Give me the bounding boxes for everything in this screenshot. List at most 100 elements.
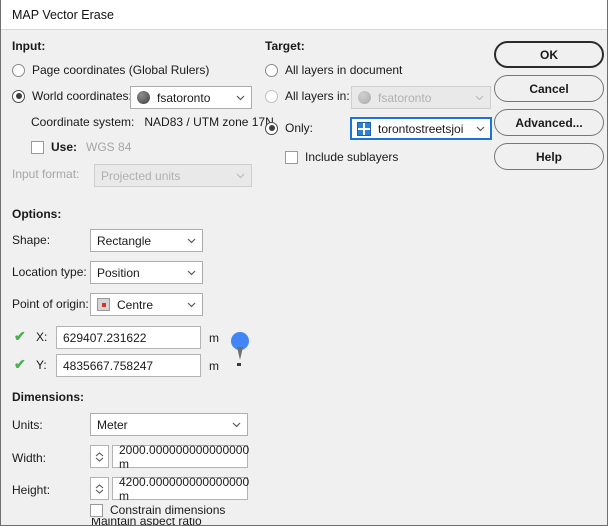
y-unit: m [209,359,219,373]
x-unit-row: m [209,331,219,345]
coordinate-system-label: Coordinate system: [31,115,135,129]
chevron-down-icon [95,457,104,462]
units-label-row: Units: [12,418,43,432]
window-title: MAP Vector Erase [12,7,114,22]
point-of-origin-value: Centre [117,297,154,312]
checkbox-include-sublayers-indicator [285,150,298,164]
clipped-bottom-label: Maintain aspect ratio [91,518,202,526]
height-stepper[interactable] [90,477,109,500]
input-format-value: Projected units [101,168,181,183]
cancel-button[interactable]: Cancel [494,75,604,102]
checkbox-include-sublayers[interactable]: Include sublayers [285,150,398,164]
width-label-row: Width: [12,451,46,465]
radio-world-coordinates-label: World coordinates: [32,89,132,103]
only-layer-combo[interactable]: torontostreetsjoi [350,117,492,140]
point-of-origin-combo[interactable]: Centre [90,293,203,316]
checkmark-icon: ✔ [14,328,26,344]
checkbox-use-datum-indicator [31,140,44,154]
advanced-button[interactable]: Advanced... [494,109,604,136]
options-section-heading: Options: [12,207,62,221]
y-coordinate-input[interactable]: 4835667.758247 [56,354,201,377]
radio-all-layers-in-document-indicator [265,63,278,77]
shape-combo[interactable]: Rectangle [90,229,203,252]
checkmark-icon: ✔ [14,356,26,372]
world-coordinate-system-value: fsatoronto [157,90,211,105]
input-format-combo: Projected units [94,164,252,187]
y-label-row: Y: [36,358,47,372]
coordinate-system-row: Coordinate system: NAD83 / UTM zone 17N [31,115,274,129]
help-button[interactable]: Help [494,143,604,170]
height-label: Height: [12,483,51,497]
map-pin-icon[interactable] [229,332,251,366]
checkbox-constrain-dimensions-indicator [90,503,103,517]
location-type-value: Position [97,265,140,280]
height-spinner-group[interactable]: 4200.000000000000000 m [90,475,249,503]
y-valid-indicator: ✔ [14,357,26,371]
chevron-down-icon [184,238,198,244]
radio-only-indicator [265,121,278,135]
x-label-row: X: [36,330,47,344]
chevron-down-icon [472,95,486,101]
layer-grid-icon [357,121,371,136]
units-value: Meter [97,417,128,432]
map-vector-erase-dialog: MAP Vector Erase Input: Page coordinates… [0,0,608,526]
units-label: Units: [12,418,43,432]
checkbox-constrain-dimensions-label: Constrain dimensions [110,503,226,517]
input-section-heading: Input: [12,39,46,53]
ok-button[interactable]: OK [494,41,604,68]
y-unit-row: m [209,359,219,373]
radio-page-coordinates-label: Page coordinates (Global Rulers) [32,63,210,77]
chevron-down-icon [233,95,247,101]
radio-page-coordinates-indicator [12,63,25,77]
checkbox-include-sublayers-label: Include sublayers [305,150,399,164]
point-of-origin-label: Point of origin: [12,297,89,311]
coordinate-system-value: NAD83 / UTM zone 17N [144,115,274,129]
chevron-down-icon [184,302,198,308]
globe-icon [137,91,150,104]
location-type-label-row: Location type: [12,265,87,279]
radio-world-coordinates-indicator [12,89,25,103]
x-valid-indicator: ✔ [14,329,26,343]
input-format-label-row: Input format: [12,167,79,181]
clipped-bottom-row[interactable]: Maintain aspect ratio [91,518,202,526]
height-input[interactable]: 4200.000000000000000 m [112,475,249,503]
units-combo[interactable]: Meter [90,413,248,436]
chevron-down-icon [473,126,487,132]
width-input[interactable]: 2000.000000000000000 m [112,443,249,471]
world-coordinate-system-combo[interactable]: fsatoronto [130,86,252,109]
radio-only-label: Only: [285,121,314,135]
height-label-row: Height: [12,483,50,497]
y-label: Y: [36,358,47,372]
x-unit: m [209,331,219,345]
target-section-heading: Target: [265,39,305,53]
chevron-down-icon [184,270,198,276]
chevron-down-icon [229,422,243,428]
width-spinner-group[interactable]: 2000.000000000000000 m [90,443,249,471]
use-datum-value: WGS 84 [86,140,132,154]
checkbox-use-datum[interactable]: Use: WGS 84 [31,140,131,154]
radio-all-layers-in-label: All layers in: [285,89,350,103]
radio-all-layers-in-indicator [265,89,278,103]
radio-page-coordinates[interactable]: Page coordinates (Global Rulers) [12,63,209,77]
shape-value: Rectangle [97,233,152,248]
location-type-combo[interactable]: Position [90,261,203,284]
shape-label-row: Shape: [12,233,50,247]
radio-only[interactable]: Only: [265,121,313,135]
input-format-label: Input format: [12,167,80,181]
all-layers-in-value: fsatoronto [378,90,432,105]
all-layers-in-combo: fsatoronto [351,86,491,109]
map-pin-tail [237,347,243,360]
chevron-down-icon [95,489,104,494]
x-coordinate-input[interactable]: 629407.231622 [56,326,201,349]
map-pin-dot [237,363,241,366]
width-stepper[interactable] [90,445,109,468]
dimensions-section-heading: Dimensions: [12,390,85,404]
x-label: X: [36,330,48,344]
radio-all-layers-in[interactable]: All layers in: [265,89,350,103]
title-bar: MAP Vector Erase [1,0,607,30]
checkbox-constrain-dimensions[interactable]: Constrain dimensions [90,503,225,517]
width-label: Width: [12,451,47,465]
radio-all-layers-in-document[interactable]: All layers in document [265,63,402,77]
radio-world-coordinates[interactable]: World coordinates: [12,89,132,103]
location-type-label: Location type: [12,265,87,279]
